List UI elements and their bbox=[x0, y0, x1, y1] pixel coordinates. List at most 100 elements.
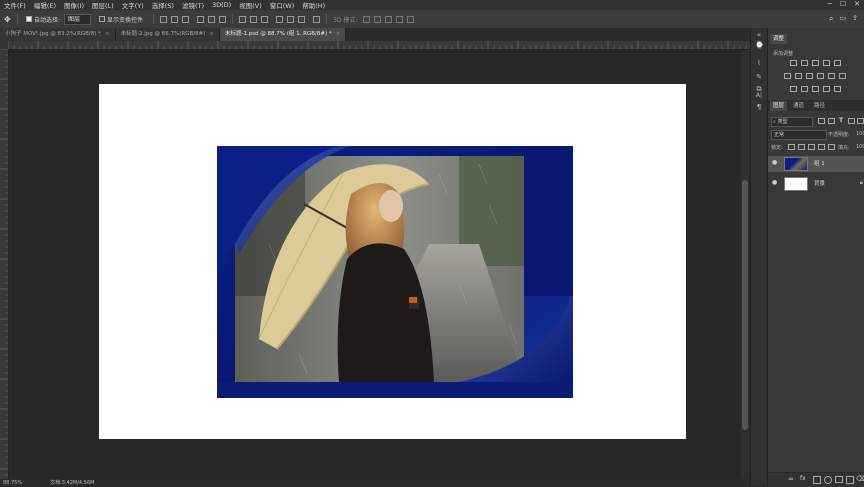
align-bottom-icon[interactable] bbox=[182, 15, 190, 23]
auto-select-dropdown[interactable]: 图层 bbox=[64, 13, 92, 25]
lock-pixels-icon[interactable] bbox=[788, 144, 795, 150]
horizontal-ruler[interactable] bbox=[8, 41, 750, 50]
align-hcenter-icon[interactable] bbox=[208, 15, 216, 23]
channel-mixer-icon[interactable] bbox=[828, 73, 835, 79]
distribute-bottom-icon[interactable] bbox=[261, 15, 269, 23]
close-icon[interactable]: × bbox=[105, 31, 110, 37]
lock-all-icon[interactable] bbox=[828, 144, 835, 150]
menu-view[interactable]: 视图(V) bbox=[235, 0, 266, 10]
character-icon[interactable]: A| bbox=[755, 92, 763, 99]
fill-value[interactable]: 100 bbox=[856, 144, 864, 150]
tab-doc-3[interactable]: 未标题-1.psd @ 88.7% (组 1, RGB/8#) * × bbox=[219, 28, 347, 41]
show-transform-checkbox[interactable] bbox=[99, 16, 106, 22]
rotate-3d-icon[interactable] bbox=[363, 15, 371, 23]
document-canvas[interactable] bbox=[99, 84, 686, 439]
search-icon[interactable]: ⌕ bbox=[829, 14, 833, 24]
layer-kind-filter[interactable]: ⌕ 类型 bbox=[771, 117, 813, 127]
drag-3d-icon[interactable] bbox=[385, 15, 393, 23]
distribute-hcenter-icon[interactable] bbox=[287, 15, 295, 23]
menu-file[interactable]: 文件(F) bbox=[0, 0, 30, 10]
workspace-icon[interactable]: ▭ bbox=[840, 14, 847, 24]
menu-select[interactable]: 选择(S) bbox=[148, 0, 178, 10]
align-left-icon[interactable] bbox=[197, 15, 205, 23]
maximize-icon[interactable]: ☐ bbox=[840, 0, 846, 8]
brush-settings-icon[interactable]: ⌇ bbox=[755, 60, 763, 67]
curves-icon[interactable] bbox=[812, 60, 819, 66]
gradient-map-icon[interactable] bbox=[823, 86, 830, 92]
menu-edit[interactable]: 编辑(E) bbox=[30, 0, 60, 10]
history-icon[interactable]: ⌚ bbox=[755, 42, 764, 49]
lock-paint-icon[interactable] bbox=[798, 144, 805, 150]
layer-row-group[interactable]: ● 组 1 bbox=[768, 156, 864, 172]
exposure-icon[interactable] bbox=[823, 60, 830, 66]
tab-layers[interactable]: 图层 bbox=[770, 101, 788, 111]
vertical-ruler[interactable] bbox=[0, 49, 9, 479]
eye-icon[interactable]: ● bbox=[772, 160, 778, 166]
collapse-icon[interactable]: « bbox=[755, 32, 763, 39]
brightness-icon[interactable] bbox=[790, 60, 797, 66]
align-right-icon[interactable] bbox=[219, 15, 227, 23]
tab-doc-2[interactable]: 未标题-2.jpg @ 66.7%(RGB/8#) × bbox=[115, 28, 220, 41]
slide-3d-icon[interactable] bbox=[396, 15, 404, 23]
minimize-icon[interactable]: ─ bbox=[828, 0, 832, 8]
paragraph-icon[interactable]: ¶ bbox=[755, 104, 763, 111]
tab-paths[interactable]: 路径 bbox=[811, 101, 828, 111]
invert-icon[interactable] bbox=[790, 86, 797, 92]
distribute-vcenter-icon[interactable] bbox=[250, 15, 258, 23]
close-icon[interactable]: ✕ bbox=[854, 0, 860, 8]
posterize-icon[interactable] bbox=[801, 86, 808, 92]
filter-smart-icon[interactable] bbox=[857, 118, 864, 124]
color-lookup-icon[interactable] bbox=[839, 73, 846, 79]
threshold-icon[interactable] bbox=[812, 86, 819, 92]
menu-3d[interactable]: 3D(D) bbox=[208, 1, 235, 9]
zoom-level[interactable]: 88.75% bbox=[3, 480, 22, 486]
layer-row-background[interactable]: ● 背景 🔒︎ bbox=[768, 176, 864, 192]
new-layer-icon[interactable] bbox=[846, 476, 854, 484]
brush-icon[interactable]: ✎ bbox=[755, 74, 763, 81]
tab-channels[interactable]: 通道 bbox=[790, 101, 807, 111]
auto-select-checkbox[interactable] bbox=[26, 16, 32, 22]
levels-icon[interactable] bbox=[801, 60, 808, 66]
roll-3d-icon[interactable] bbox=[374, 15, 382, 23]
distribute-left-icon[interactable] bbox=[276, 15, 284, 23]
eye-icon[interactable]: ● bbox=[772, 180, 778, 186]
menu-filter[interactable]: 滤镜(T) bbox=[178, 0, 208, 10]
mask-icon[interactable] bbox=[813, 476, 821, 484]
hue-icon[interactable] bbox=[784, 73, 791, 79]
auto-align-icon[interactable] bbox=[313, 15, 321, 23]
menu-help[interactable]: 帮助(H) bbox=[298, 0, 329, 10]
filter-type-icon[interactable]: T bbox=[839, 117, 843, 124]
layer-name[interactable]: 背景 bbox=[814, 179, 825, 187]
link-icon[interactable]: ∞ bbox=[788, 475, 794, 483]
close-icon[interactable]: × bbox=[209, 31, 214, 37]
vertical-scrollbar[interactable] bbox=[741, 50, 749, 479]
menu-image[interactable]: 图像(I) bbox=[60, 0, 88, 10]
photo-filter-icon[interactable] bbox=[817, 73, 824, 79]
filter-pixel-icon[interactable] bbox=[818, 118, 825, 124]
vibrance-icon[interactable] bbox=[834, 60, 841, 66]
doc-size[interactable]: 文档:3.42M/4.56M bbox=[50, 479, 94, 486]
filter-shape-icon[interactable] bbox=[848, 118, 855, 124]
menu-type[interactable]: 文字(Y) bbox=[118, 0, 148, 10]
share-icon[interactable]: ⇪ bbox=[852, 14, 858, 24]
bw-icon[interactable] bbox=[806, 73, 813, 79]
tab-doc-1[interactable]: 小狗子 MOV!.jpg @ 83.2%(RGB/8) * × bbox=[0, 28, 116, 41]
move-tool-icon[interactable]: ✥ bbox=[4, 15, 11, 23]
lock-artboard-icon[interactable] bbox=[818, 144, 825, 150]
scale-3d-icon[interactable] bbox=[407, 15, 415, 23]
fx-icon[interactable]: fx bbox=[800, 475, 806, 482]
opacity-value[interactable]: 100 bbox=[856, 131, 864, 137]
filter-adjust-icon[interactable] bbox=[828, 118, 835, 124]
lock-move-icon[interactable] bbox=[808, 144, 815, 150]
blend-mode-select[interactable]: 正常 bbox=[771, 130, 827, 140]
trash-icon[interactable]: ⌫ bbox=[856, 475, 864, 483]
close-icon[interactable]: × bbox=[336, 31, 341, 37]
distribute-top-icon[interactable] bbox=[239, 15, 247, 23]
selective-color-icon[interactable] bbox=[834, 86, 841, 92]
scroll-thumb[interactable] bbox=[742, 180, 748, 430]
align-top-icon[interactable] bbox=[160, 15, 168, 23]
tab-adjustments[interactable]: 调整 bbox=[770, 34, 788, 44]
layer-name[interactable]: 组 1 bbox=[814, 159, 825, 167]
color-balance-icon[interactable] bbox=[795, 73, 802, 79]
menu-layer[interactable]: 图层(L) bbox=[88, 0, 118, 10]
